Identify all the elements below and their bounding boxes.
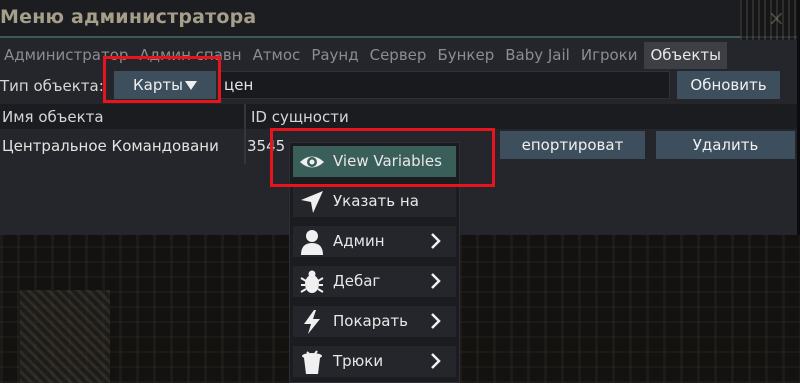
caret-down-icon [184,81,197,90]
menu-item-label: Покарать [333,312,408,330]
entity-id-cell: 3545 [247,137,286,155]
tab-round[interactable]: Раунд [307,42,362,69]
chevron-right-icon [431,353,441,369]
tab-players[interactable]: Игроки [577,42,642,69]
lightning-icon [304,310,320,334]
magic-hat-icon [302,350,322,374]
chevron-right-icon [431,233,441,249]
tab-admin-spawn[interactable]: Админ спавн [135,42,245,69]
person-icon [301,230,323,255]
tab-bar: Администратор Админ спавн Атмос Раунд Се… [0,42,730,69]
game-world-wall [20,290,110,383]
delete-button[interactable]: Удалить [656,131,795,159]
chevron-right-icon [431,313,441,329]
menu-item-label: Дебаг [333,272,381,290]
title-divider [0,36,797,38]
tab-baby-jail[interactable]: Baby Jail [501,42,574,69]
menu-item-smite[interactable]: Покарать [293,306,456,337]
object-type-dropdown[interactable]: Карты [114,71,216,99]
search-input[interactable] [220,71,670,99]
menu-item-label: View Variables [333,152,442,170]
column-header-id: ID сущности [251,108,349,126]
menu-item-label: Админ [333,232,385,250]
chevron-right-icon [431,273,441,289]
window-title: Меню администратора [0,6,257,28]
menu-item-admin[interactable]: Админ [293,226,456,257]
menu-item-label: Указать на [333,192,419,210]
table-header: Имя объекта ID сущности [0,104,797,129]
menu-item-debug[interactable]: Дебаг [293,266,456,297]
pointer-arrow-icon [301,191,323,213]
bug-icon [300,270,324,293]
menu-item-label: Трюки [333,352,384,370]
tab-atmos[interactable]: Атмос [249,42,305,69]
export-button[interactable]: епортироват [500,131,645,159]
tab-bunker[interactable]: Бункер [433,42,498,69]
menu-item-tricks[interactable]: Трюки [293,346,456,377]
context-menu: View Variables Указать на Админ Дебаг По… [289,142,460,383]
window-titlebar[interactable]: Меню администратора × [0,0,797,38]
tab-objects[interactable]: Объекты [644,42,727,69]
column-header-name: Имя объекта [2,108,104,126]
object-type-label: Тип объекта: [0,77,104,95]
object-type-value: Карты [133,76,183,94]
tab-server[interactable]: Сервер [366,42,431,69]
tab-administrator[interactable]: Администратор [0,42,132,69]
game-world-corner [740,0,800,40]
eye-icon [300,156,324,168]
menu-item-view-variables[interactable]: View Variables [293,146,456,177]
object-name-cell: Центральное Командовани [2,137,219,155]
refresh-button[interactable]: Обновить [677,71,780,99]
menu-item-point-at[interactable]: Указать на [293,186,456,217]
filter-bar: Тип объекта: Карты Обновить [0,70,797,102]
